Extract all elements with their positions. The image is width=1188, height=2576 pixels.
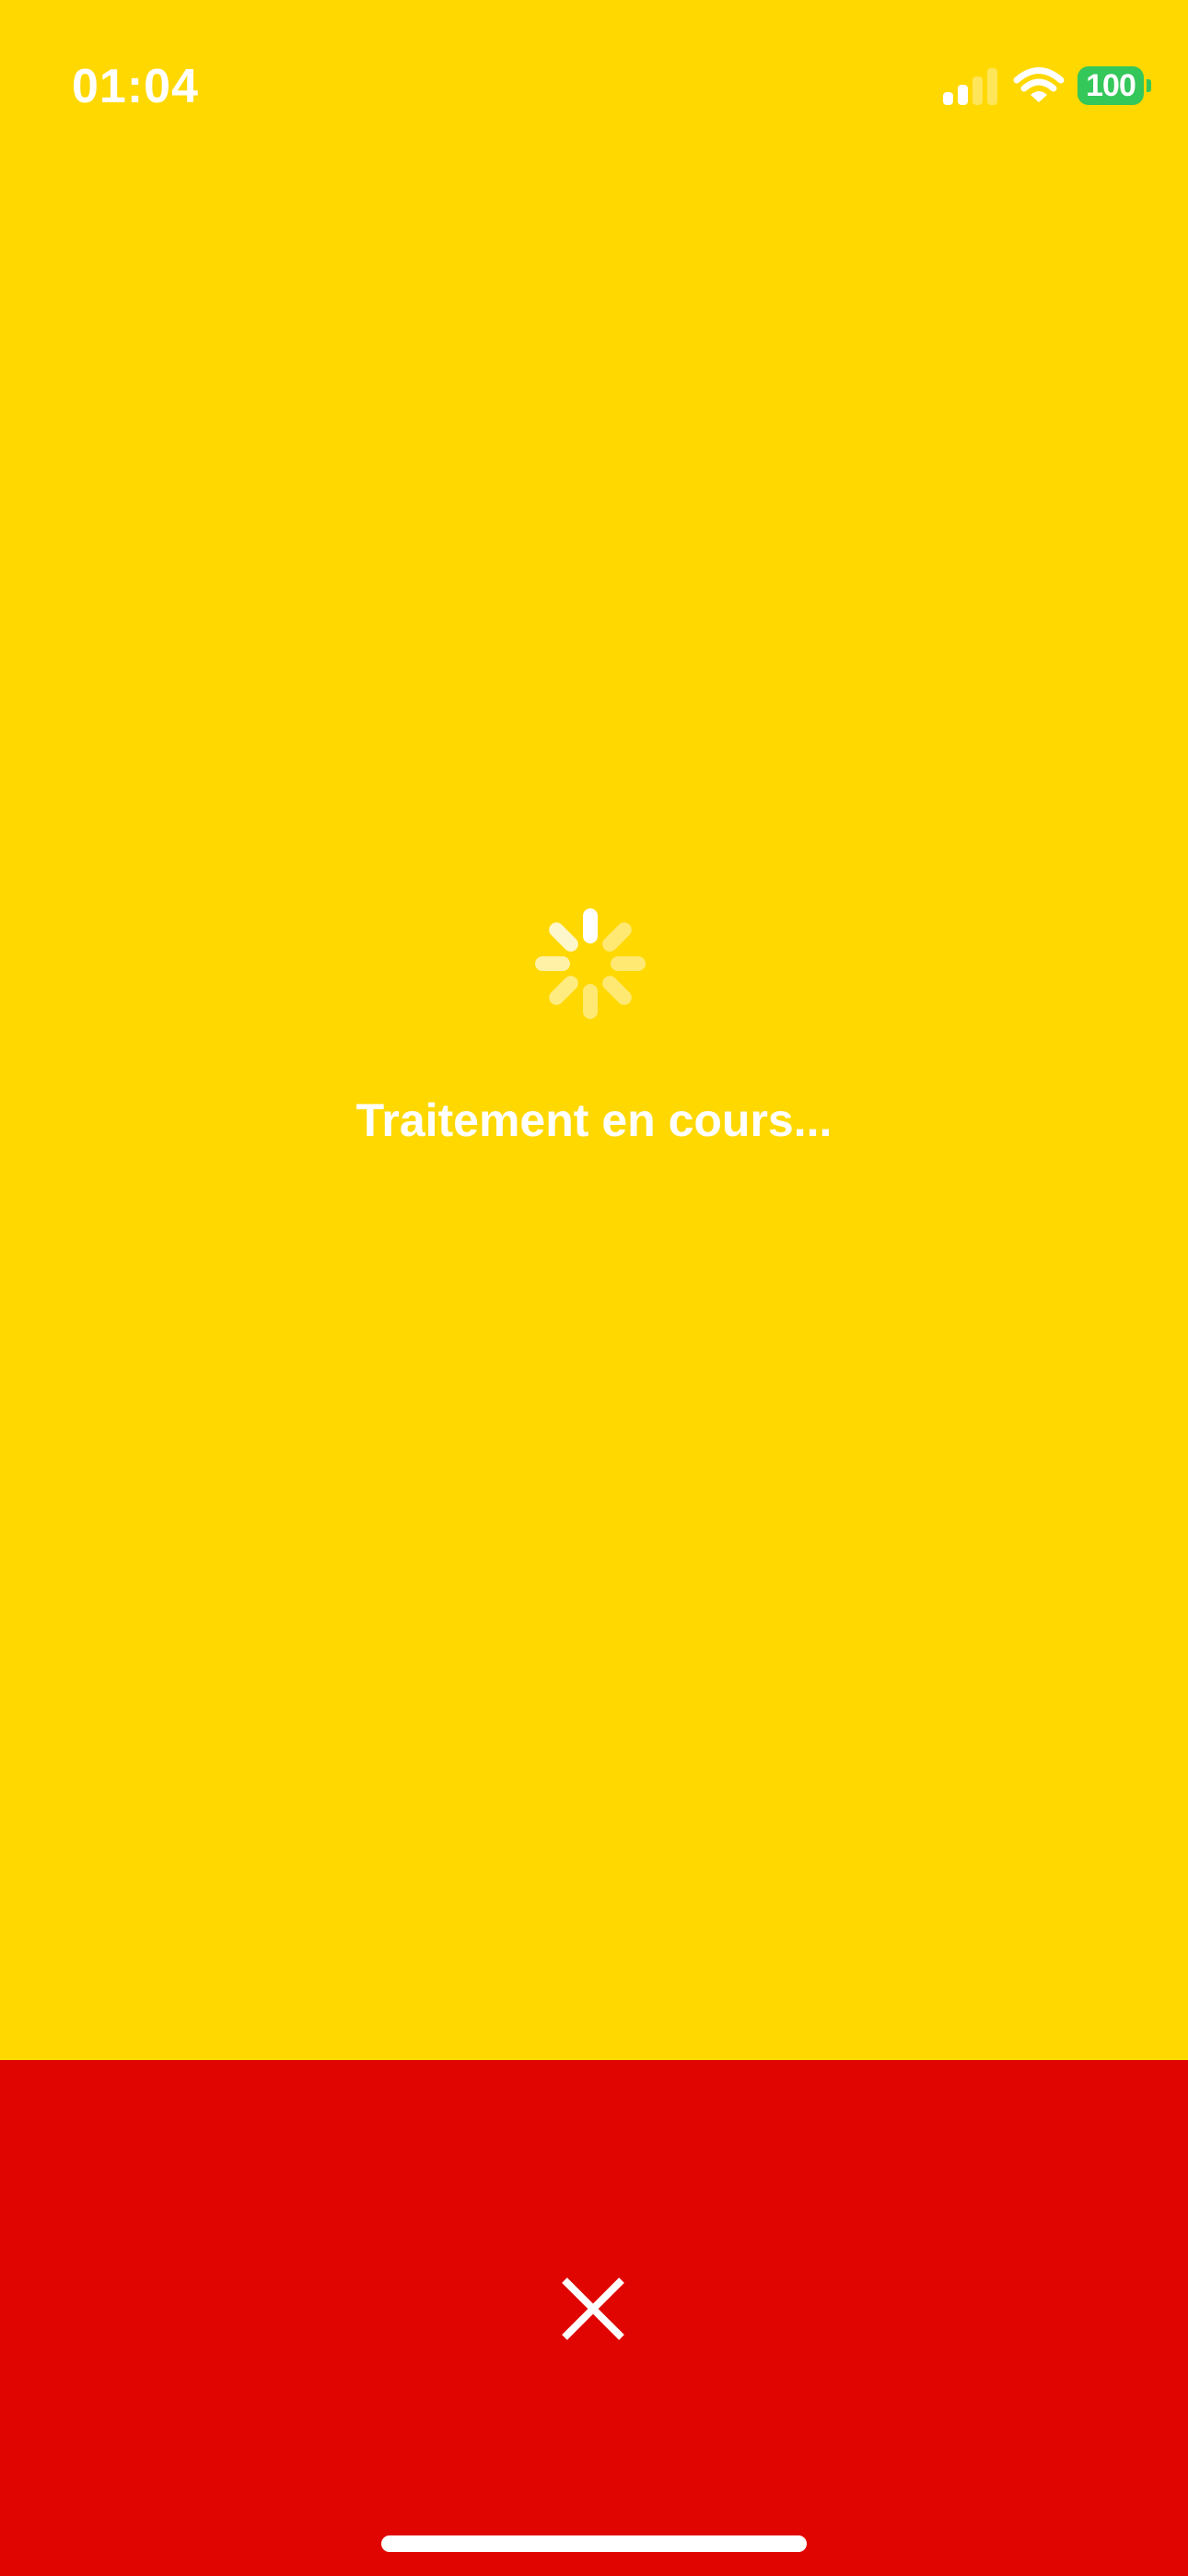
- status-bar: 01:04 100: [0, 0, 1188, 175]
- battery-level: 100: [1077, 66, 1144, 105]
- cellular-signal-icon: [943, 68, 997, 105]
- close-button[interactable]: [538, 2254, 648, 2364]
- bottom-action-bar: [0, 2060, 1188, 2576]
- close-icon: [562, 2277, 624, 2340]
- status-time: 01:04: [72, 60, 199, 113]
- wifi-icon: [1013, 67, 1065, 102]
- loading-message: Traitement en cours...: [355, 1095, 833, 1146]
- home-indicator[interactable]: [381, 2535, 807, 2552]
- loading-spinner-icon: [535, 908, 646, 1019]
- battery-icon: 100: [1077, 66, 1151, 105]
- battery-tip: [1147, 79, 1151, 92]
- loading-screen: 01:04 100 Traitement en cours...: [0, 0, 1188, 2060]
